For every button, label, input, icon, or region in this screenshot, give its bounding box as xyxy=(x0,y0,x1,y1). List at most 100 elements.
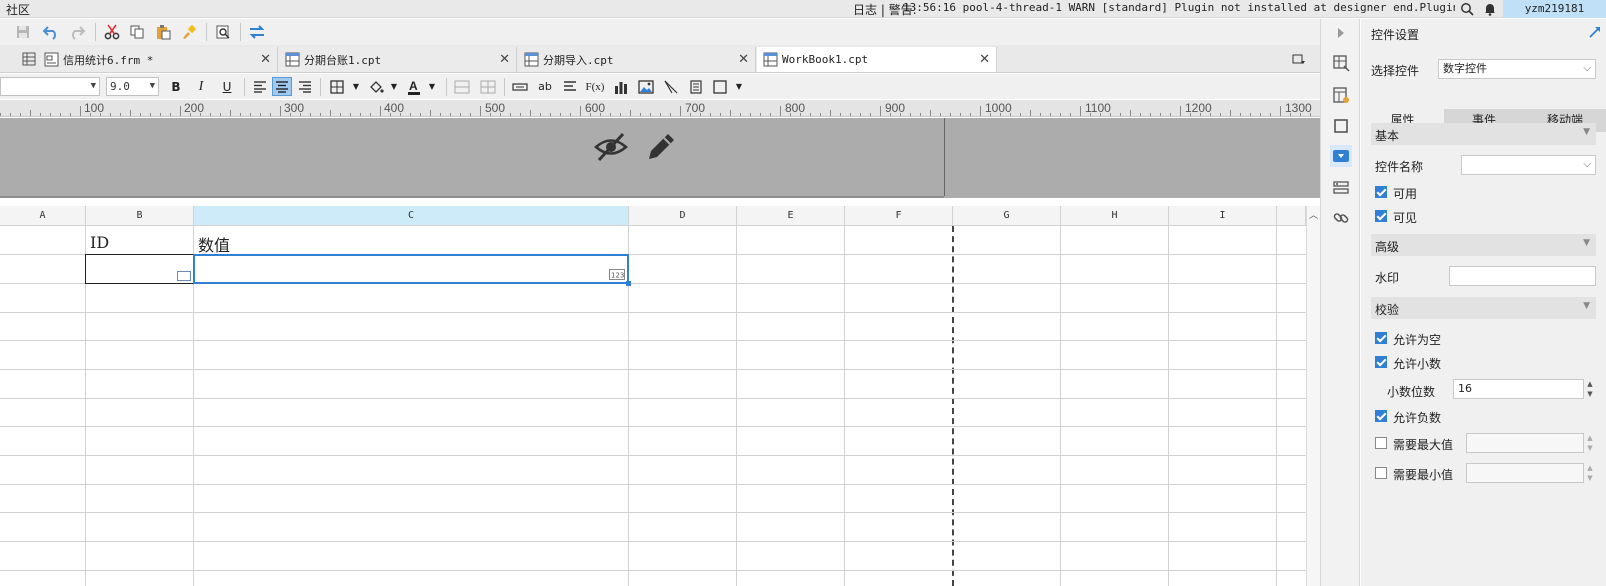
save-icon[interactable] xyxy=(12,21,34,43)
cell-c1[interactable]: 数值 xyxy=(198,232,230,256)
widget-type-select[interactable]: 数字控件 ⌵ xyxy=(1438,59,1596,79)
pin-icon[interactable] xyxy=(1589,26,1601,38)
slash-icon[interactable] xyxy=(661,77,681,96)
tab-file-3[interactable]: 分期导入.cpt ✕ xyxy=(518,47,756,72)
expand-arrow-icon[interactable] xyxy=(1330,22,1352,44)
paste-icon[interactable] xyxy=(152,21,174,43)
font-color-icon[interactable]: A xyxy=(404,77,424,96)
widget-settings-icon[interactable] xyxy=(1330,145,1352,167)
close-icon[interactable]: ✕ xyxy=(979,52,990,67)
column-header-f[interactable]: F xyxy=(845,206,953,226)
tab-file-4[interactable]: WorkBook1.cpt ✕ xyxy=(757,47,997,72)
font-name-select[interactable]: ▼ xyxy=(0,77,100,96)
format-painter-icon[interactable] xyxy=(178,21,200,43)
bold-button[interactable]: B xyxy=(166,77,186,96)
merge-cells-icon[interactable] xyxy=(452,77,472,96)
frame-icon[interactable] xyxy=(1330,115,1352,137)
max-value-input[interactable] xyxy=(1466,433,1584,453)
section-basic[interactable]: 基本 ▼ xyxy=(1371,123,1596,145)
decimal-places-stepper[interactable]: ▲ ▼ xyxy=(1584,379,1596,399)
column-header-e[interactable]: E xyxy=(737,206,845,226)
chart-icon[interactable] xyxy=(611,77,631,96)
italic-button[interactable]: I xyxy=(191,77,211,96)
align-center-icon[interactable] xyxy=(272,77,292,96)
undo-icon[interactable] xyxy=(40,21,62,43)
tab-menu-icon[interactable] xyxy=(1292,52,1306,66)
chevron-down-icon[interactable]: ▼ xyxy=(729,77,749,96)
max-value-stepper[interactable]: ▲ ▼ xyxy=(1584,433,1596,453)
watermark-input[interactable] xyxy=(1449,266,1596,286)
column-header-i[interactable]: I xyxy=(1169,206,1277,226)
tab-file-2[interactable]: 分期台账1.cpt ✕ xyxy=(279,47,517,72)
cut-icon[interactable] xyxy=(101,21,123,43)
close-icon[interactable]: ✕ xyxy=(260,52,271,67)
cell-b2[interactable] xyxy=(85,254,194,284)
allow-empty-checkbox[interactable] xyxy=(1375,332,1387,344)
grid-icon[interactable] xyxy=(22,52,36,66)
search-icon[interactable] xyxy=(1460,2,1474,16)
fill-color-icon[interactable] xyxy=(366,77,386,96)
formula-icon[interactable]: F(x) xyxy=(585,77,605,96)
community-link[interactable]: 社区 xyxy=(6,1,30,18)
ruler-tick xyxy=(580,106,581,116)
switch-icon[interactable] xyxy=(246,21,268,43)
hyperlink-icon[interactable] xyxy=(1330,207,1352,229)
allow-decimal-checkbox[interactable] xyxy=(1375,356,1387,368)
align-right-icon[interactable] xyxy=(295,77,315,96)
column-header-b[interactable]: B xyxy=(86,206,194,226)
spreadsheet-grid[interactable]: A B C D E F G H I ID 数值 123 xyxy=(0,206,1306,586)
redo-icon[interactable] xyxy=(66,21,88,43)
split-cells-icon[interactable] xyxy=(478,77,498,96)
rich-text-icon[interactable] xyxy=(560,77,580,96)
edit-pencil-icon[interactable] xyxy=(644,130,678,164)
align-left-icon[interactable] xyxy=(250,77,270,96)
vertical-scrollbar[interactable]: ︿ xyxy=(1306,206,1320,586)
allow-negative-checkbox[interactable] xyxy=(1375,410,1387,422)
chevron-down-icon[interactable]: ▼ xyxy=(384,77,404,96)
visible-checkbox[interactable] xyxy=(1375,210,1387,222)
bell-icon[interactable] xyxy=(1483,2,1497,16)
fill-handle[interactable] xyxy=(626,281,631,286)
chevron-down-icon[interactable]: ▼ xyxy=(346,77,366,96)
cell-element-icon[interactable] xyxy=(1330,84,1352,106)
column-header-a[interactable]: A xyxy=(0,206,86,226)
section-advanced[interactable]: 高级 ▼ xyxy=(1371,234,1596,256)
preview-icon[interactable] xyxy=(212,21,234,43)
need-max-checkbox[interactable] xyxy=(1375,437,1387,449)
condition-attribute-icon[interactable] xyxy=(1330,177,1352,199)
chevron-up-icon[interactable]: ︿ xyxy=(1309,208,1318,221)
font-size-select[interactable]: 9.0 ▼ xyxy=(106,77,159,96)
enabled-checkbox[interactable] xyxy=(1375,186,1387,198)
column-header-g[interactable]: G xyxy=(953,206,1061,226)
section-validation[interactable]: 校验 ▼ xyxy=(1371,297,1596,319)
decimal-places-input[interactable]: 16 xyxy=(1453,379,1584,399)
min-value-input[interactable] xyxy=(1466,463,1584,483)
chevron-down-icon[interactable]: ▼ xyxy=(422,77,442,96)
user-account[interactable]: yzm219181 xyxy=(1503,0,1606,18)
column-header-h[interactable]: H xyxy=(1061,206,1169,226)
need-min-checkbox[interactable] xyxy=(1375,467,1387,479)
hide-eye-icon[interactable] xyxy=(594,130,628,164)
cell-b1[interactable]: ID xyxy=(90,233,109,252)
copy-icon[interactable] xyxy=(126,21,148,43)
column-header-c[interactable]: C xyxy=(194,206,629,226)
underline-button[interactable]: U xyxy=(217,77,237,96)
sub-report-icon[interactable] xyxy=(686,77,706,96)
report-header-area xyxy=(0,118,1320,198)
min-value-stepper[interactable]: ▲ ▼ xyxy=(1584,463,1596,483)
horizontal-ruler: 100 200 300 400 500 600 700 800 900 1000… xyxy=(0,100,1320,117)
cell-c2-selected[interactable]: 123 xyxy=(193,254,631,286)
ruler-tick xyxy=(330,110,331,116)
column-header-d[interactable]: D xyxy=(629,206,737,226)
text-icon[interactable]: ab xyxy=(535,77,555,96)
close-icon[interactable]: ✕ xyxy=(738,52,749,67)
ruler-tick xyxy=(1140,113,1141,116)
widget-name-field[interactable]: ⌵ xyxy=(1461,155,1596,175)
border-icon[interactable] xyxy=(328,77,348,96)
cell-attribute-icon[interactable] xyxy=(1330,52,1352,74)
tab-file-1[interactable]: 信用统计6.frm * ✕ xyxy=(40,47,278,72)
image-icon[interactable] xyxy=(636,77,656,96)
close-icon[interactable]: ✕ xyxy=(499,52,510,67)
widget-icon[interactable] xyxy=(711,77,731,96)
insert-text-icon[interactable] xyxy=(510,77,530,96)
